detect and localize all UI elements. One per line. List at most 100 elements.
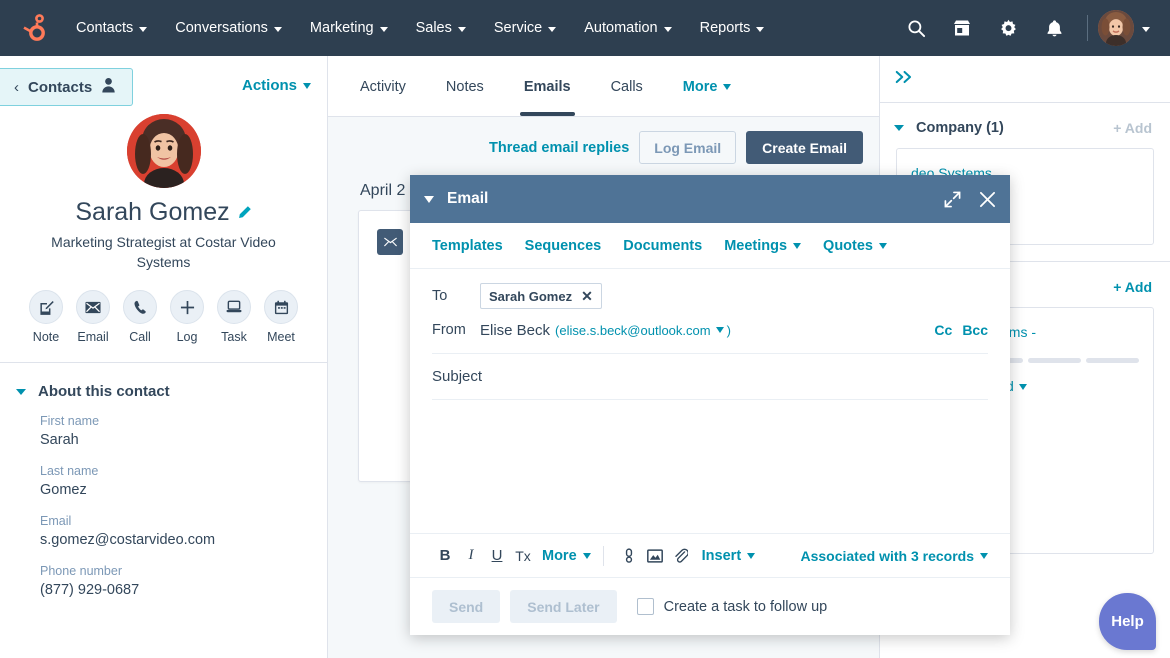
chevron-down-icon[interactable] <box>894 125 904 131</box>
chevron-down-icon <box>664 27 672 32</box>
recipient-chip[interactable]: Sarah Gomez ✕ <box>480 283 602 309</box>
field-value[interactable]: Sarah <box>40 432 311 448</box>
stage-segment <box>1086 358 1139 363</box>
help-button[interactable]: Help <box>1099 593 1156 650</box>
add-deal-button[interactable]: + Add <box>1113 279 1152 295</box>
quick-action-task[interactable]: Task <box>215 290 253 344</box>
marketplace-icon[interactable] <box>939 0 985 56</box>
modal-tab-meetings[interactable]: Meetings <box>724 238 823 254</box>
follow-up-task-checkbox[interactable] <box>637 598 654 615</box>
field-value[interactable]: (877) 929-0687 <box>40 582 311 598</box>
field-value[interactable]: Gomez <box>40 482 311 498</box>
notifications-bell-icon[interactable] <box>1031 0 1077 56</box>
cc-button[interactable]: Cc <box>934 322 952 338</box>
search-icon[interactable] <box>893 0 939 56</box>
quick-action-email[interactable]: Email <box>74 290 112 344</box>
more-formatting-dropdown[interactable]: More <box>542 548 591 564</box>
modal-tab-quotes[interactable]: Quotes <box>823 238 909 254</box>
subject-input[interactable]: Subject <box>432 353 988 400</box>
quick-action-label: Email <box>77 330 108 344</box>
email-actions-row: Thread email replies Log Email Create Em… <box>328 117 879 164</box>
insert-dropdown[interactable]: Insert <box>702 548 756 564</box>
modal-tab-templates[interactable]: Templates <box>432 238 525 254</box>
quick-action-call[interactable]: Call <box>121 290 159 344</box>
nav-item-sales[interactable]: Sales <box>402 0 480 56</box>
gear-icon[interactable] <box>985 0 1031 56</box>
contact-avatar[interactable] <box>127 114 201 188</box>
hubspot-logo-icon[interactable] <box>0 13 62 43</box>
modal-tool-tabs: Templates Sequences Documents Meetings Q… <box>410 223 1010 269</box>
modal-tab-label: Templates <box>432 238 503 254</box>
thread-email-replies-link[interactable]: Thread email replies <box>489 140 629 156</box>
send-later-button[interactable]: Send Later <box>510 590 616 623</box>
more-label: More <box>542 548 577 564</box>
field-email: Email s.gomez@costarvideo.com <box>40 514 311 548</box>
link-icon[interactable] <box>616 543 642 569</box>
chevron-down-icon <box>747 553 755 559</box>
nav-item-marketing[interactable]: Marketing <box>296 0 402 56</box>
to-row: To Sarah Gomez ✕ <box>432 279 988 313</box>
chevron-down-icon <box>274 27 282 32</box>
quick-action-note[interactable]: Note <box>27 290 65 344</box>
field-value[interactable]: s.gomez@costarvideo.com <box>40 532 311 548</box>
collapse-modal-chevron-icon[interactable] <box>424 196 434 203</box>
follow-up-task-checkbox-row[interactable]: Create a task to follow up <box>637 598 828 615</box>
nav-label: Conversations <box>175 20 268 36</box>
modal-title: Email <box>447 190 488 208</box>
attachment-icon[interactable] <box>668 543 694 569</box>
edit-pencil-icon[interactable] <box>237 205 252 220</box>
modal-tab-label: Sequences <box>525 238 602 254</box>
field-label: First name <box>40 414 311 428</box>
modal-tab-sequences[interactable]: Sequences <box>525 238 624 254</box>
modal-tab-label: Meetings <box>724 238 787 254</box>
chevron-down-icon <box>139 27 147 32</box>
about-fields: First name Sarah Last name Gomez Email s… <box>0 404 327 598</box>
user-menu-chevron-icon[interactable] <box>1134 25 1160 32</box>
modal-tab-documents[interactable]: Documents <box>623 238 724 254</box>
chevron-down-icon <box>303 83 311 89</box>
add-company-button[interactable]: + Add <box>1113 120 1152 136</box>
top-navigation-bar: Contacts Conversations Marketing Sales S… <box>0 0 1170 56</box>
email-body-editor[interactable] <box>410 400 1010 533</box>
field-last-name: Last name Gomez <box>40 464 311 498</box>
expand-icon[interactable] <box>944 191 961 208</box>
field-phone-number: Phone number (877) 929-0687 <box>40 564 311 598</box>
tab-activity[interactable]: Activity <box>340 58 426 116</box>
chevron-down-icon[interactable] <box>716 327 724 333</box>
from-email-address[interactable]: elise.s.beck@outlook.com <box>559 323 710 338</box>
about-section-header[interactable]: About this contact <box>0 363 327 404</box>
user-avatar[interactable] <box>1098 10 1134 46</box>
associated-records-dropdown[interactable]: Associated with 3 records <box>800 548 988 564</box>
tab-emails[interactable]: Emails <box>504 58 591 116</box>
tab-calls[interactable]: Calls <box>591 58 663 116</box>
nav-item-reports[interactable]: Reports <box>686 0 779 56</box>
follow-up-task-label: Create a task to follow up <box>664 599 828 615</box>
image-icon[interactable] <box>642 543 668 569</box>
nav-divider <box>1087 15 1088 41</box>
nav-item-contacts[interactable]: Contacts <box>62 0 161 56</box>
tab-notes[interactable]: Notes <box>426 58 504 116</box>
actions-dropdown[interactable]: Actions <box>242 68 311 94</box>
nav-item-automation[interactable]: Automation <box>570 0 685 56</box>
bold-button[interactable]: B <box>432 543 458 569</box>
tab-more[interactable]: More <box>663 58 752 116</box>
from-row: From Elise Beck ( elise.s.beck@outlook.c… <box>432 313 988 347</box>
clear-formatting-button[interactable]: Tx <box>510 543 536 569</box>
quick-action-label: Task <box>221 330 247 344</box>
send-button[interactable]: Send <box>432 590 500 623</box>
italic-button[interactable]: I <box>458 543 484 569</box>
back-to-contacts-button[interactable]: ‹ Contacts <box>0 68 133 106</box>
nav-item-conversations[interactable]: Conversations <box>161 0 296 56</box>
collapse-sidebar-button[interactable] <box>880 56 1170 103</box>
quick-action-meet[interactable]: Meet <box>262 290 300 344</box>
close-icon[interactable] <box>979 191 996 208</box>
log-email-button[interactable]: Log Email <box>639 131 736 164</box>
quick-action-log[interactable]: Log <box>168 290 206 344</box>
modal-header-controls <box>944 191 996 208</box>
note-icon <box>29 290 63 324</box>
bcc-button[interactable]: Bcc <box>962 322 988 338</box>
underline-button[interactable]: U <box>484 543 510 569</box>
nav-item-service[interactable]: Service <box>480 0 570 56</box>
remove-recipient-icon[interactable]: ✕ <box>581 289 593 303</box>
create-email-button[interactable]: Create Email <box>746 131 863 164</box>
